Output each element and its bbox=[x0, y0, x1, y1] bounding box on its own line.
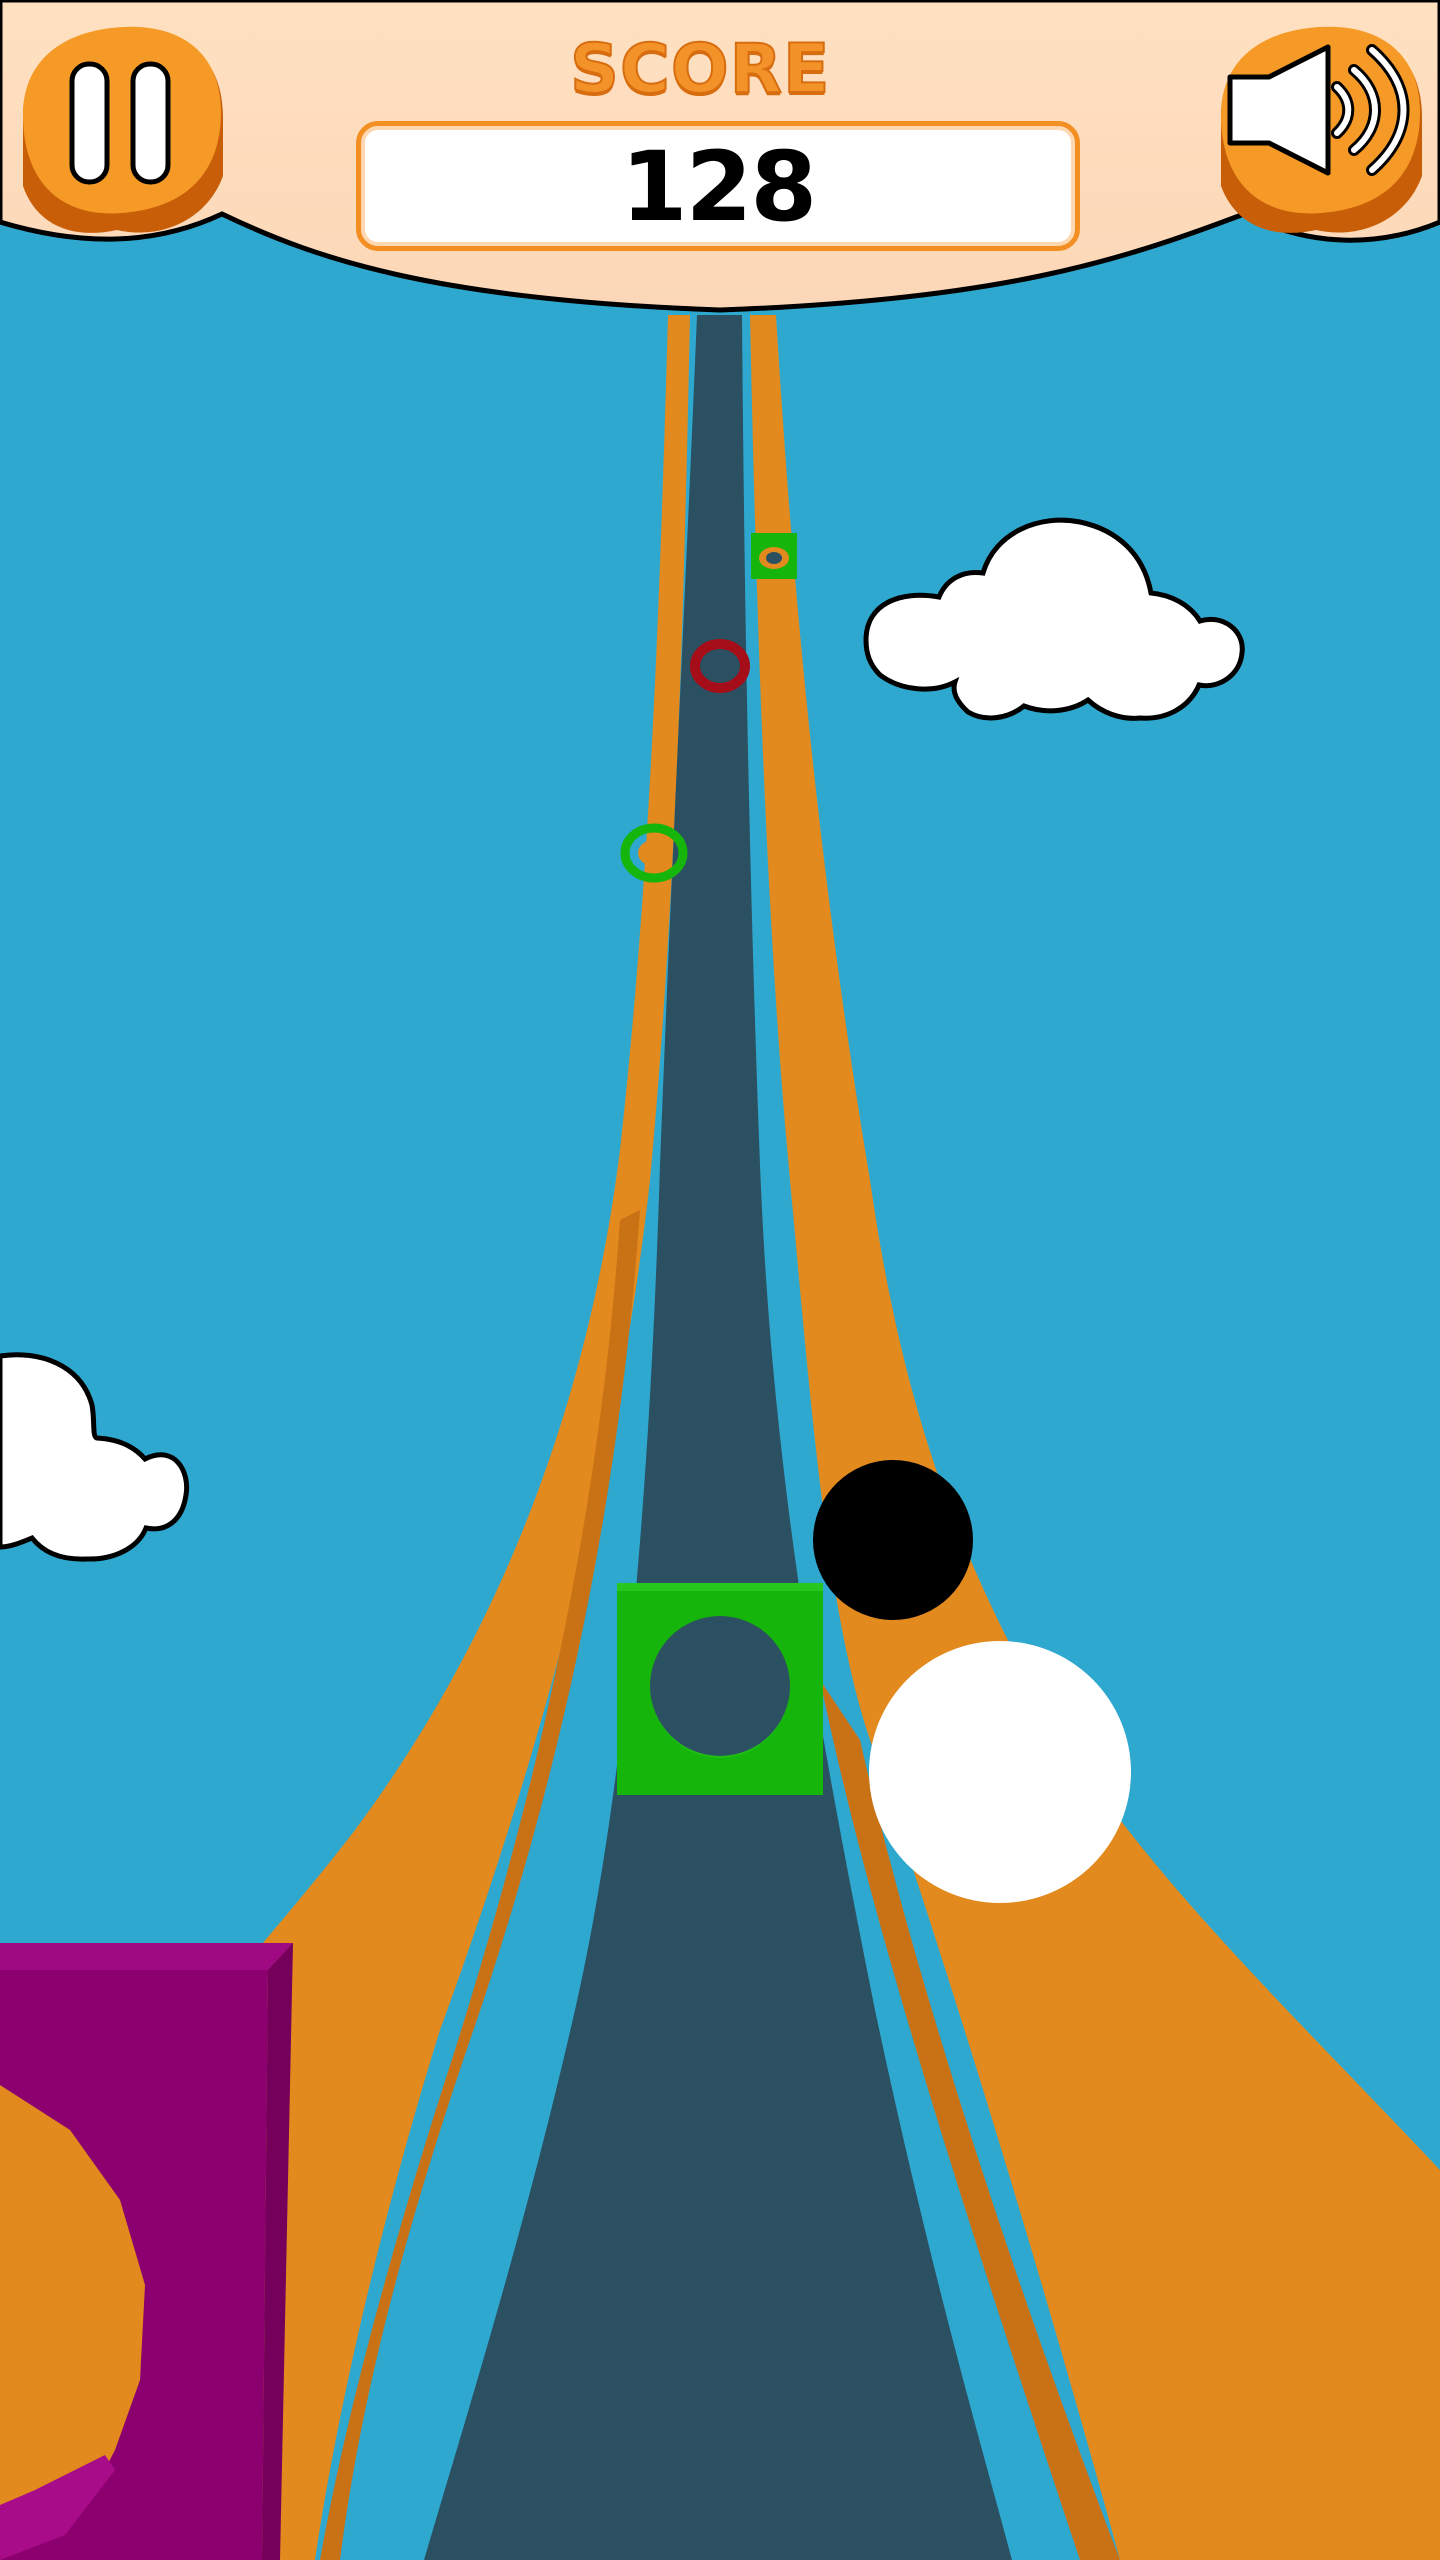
sound-button[interactable] bbox=[1210, 10, 1440, 240]
left-cloud bbox=[0, 1352, 190, 1562]
black-ball bbox=[813, 1460, 973, 1620]
game-scene bbox=[0, 0, 1440, 2560]
upper-cloud bbox=[863, 517, 1245, 721]
small-green-block bbox=[751, 533, 797, 579]
game-screen: SCORE 128 bbox=[0, 0, 1440, 2560]
purple-block-top bbox=[0, 1943, 293, 1970]
speaker-volume-icon bbox=[1221, 26, 1422, 233]
white-ball bbox=[869, 1641, 1131, 1903]
pause-icon bbox=[23, 26, 223, 233]
pause-button[interactable] bbox=[5, 10, 235, 240]
score-value: 128 bbox=[620, 131, 817, 243]
score-panel: 128 bbox=[356, 121, 1080, 251]
score-label: SCORE bbox=[569, 29, 831, 110]
green-block-obstacle bbox=[617, 1583, 823, 1795]
